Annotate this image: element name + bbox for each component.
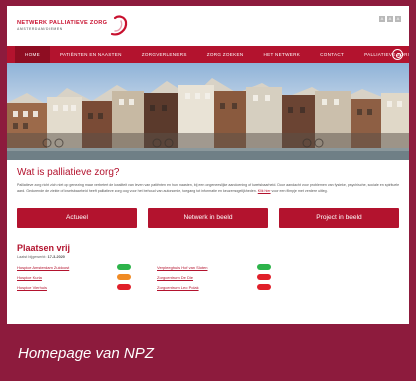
image-caption: Homepage van NPZ [18, 345, 154, 362]
logo-line1: NETWERK [17, 20, 48, 27]
site-header: NETWERK PALLIATIEVE ZORG AMSTERDAM/DIEME… [7, 6, 409, 46]
intro-text: Palliatieve zorg richt zich niet op gene… [17, 183, 400, 193]
main-navigation: HOME PATIËNTEN EN NAASTEN ZORGVERLENERS … [7, 46, 409, 63]
nav-item-zorg-zoeken[interactable]: ZORG ZOEKEN [197, 46, 254, 63]
nav-item-home[interactable]: HOME [15, 46, 50, 63]
netwerk-in-beeld-button[interactable]: Netwerk in beeld [148, 208, 268, 228]
cta-row: Actueel Netwerk in beeld Project in beel… [17, 208, 399, 228]
website-screenshot: NETWERK PALLIATIEVE ZORG AMSTERDAM/DIEME… [7, 6, 409, 324]
place-link[interactable]: Verpleeghuis Hof van Sloten [157, 265, 257, 270]
logo-line2: PALLIATIEVE ZORG [49, 20, 108, 27]
logo-line3: AMSTERDAM/DIEMEN [17, 27, 63, 32]
search-icon[interactable] [392, 49, 403, 60]
canal-houses-illustration [7, 78, 409, 160]
availability-status-pill [117, 264, 131, 270]
availability-status-pill [117, 284, 131, 290]
intro-after: voor een filmpje met verdere uitleg. [271, 189, 328, 193]
intro-paragraph: Palliatieve zorg richt zich niet op gene… [17, 182, 402, 194]
actueel-button[interactable]: Actueel [17, 208, 137, 228]
place-link[interactable]: Hospice Amsterdam Zuidoost [17, 265, 117, 270]
place-link[interactable]: Zorgcentrum Leo Polak [157, 285, 257, 290]
places-title: Plaatsen vrij [17, 243, 71, 253]
project-in-beeld-button[interactable]: Project in beeld [279, 208, 399, 228]
font-size-controls: A A A [379, 16, 401, 22]
places-availability-list: Hospice Amsterdam Zuidoost Verpleeghuis … [17, 264, 399, 290]
hero-image-canal-houses [7, 63, 409, 160]
availability-status-pill [117, 274, 131, 280]
logo-text: NETWERK PALLIATIEVE ZORG AMSTERDAM/DIEME… [17, 20, 107, 31]
nav-item-contact[interactable]: CONTACT [310, 46, 354, 63]
availability-status-pill [257, 284, 271, 290]
logo-swoosh-icon [111, 15, 128, 36]
last-updated: Laatst bijgewerkt: 17-3-2020 [17, 255, 399, 259]
nav-item-patienten[interactable]: PATIËNTEN EN NAASTEN [50, 46, 132, 63]
availability-status-pill [257, 274, 271, 280]
updated-label: Laatst bijgewerkt: [17, 255, 47, 259]
font-size-small-button[interactable]: A [379, 16, 385, 22]
font-size-large-button[interactable]: A [395, 16, 401, 22]
updated-value: 17-3-2020 [47, 255, 65, 259]
availability-status-pill [257, 264, 271, 270]
video-link[interactable]: Klik hier [258, 189, 271, 193]
nav-item-het-netwerk[interactable]: HET NETWERK [253, 46, 310, 63]
place-link[interactable]: Zorgcentrum De Die [157, 275, 257, 280]
place-link[interactable]: Hospice Kuria [17, 275, 117, 280]
place-link[interactable]: Hospice Vierhuis [17, 285, 117, 290]
main-content: Wat is palliatieve zorg? Palliatieve zor… [7, 160, 409, 290]
nav-item-zorgverleners[interactable]: ZORGVERLENERS [132, 46, 197, 63]
page-title: Wat is palliatieve zorg? [17, 167, 120, 178]
site-logo[interactable]: NETWERK PALLIATIEVE ZORG AMSTERDAM/DIEME… [17, 14, 131, 38]
font-size-medium-button[interactable]: A [387, 16, 393, 22]
